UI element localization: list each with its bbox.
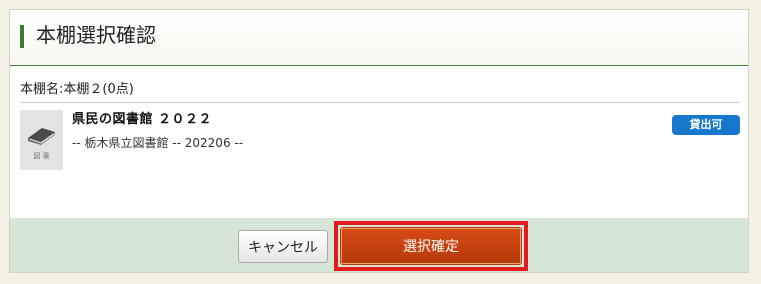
dialog-title: 本棚選択確認 [36, 23, 156, 47]
shelf-name-label: 本棚名:本棚２(0点) [20, 82, 134, 97]
divider [20, 102, 740, 103]
dialog-footer: キャンセル 選択確定 [10, 218, 748, 272]
shelf-confirm-dialog: 本棚選択確認 本棚名:本棚２(0点) 図 書 県民の図書館 ２０２２ -- 栃木… [9, 9, 749, 273]
dialog-header: 本棚選択確認 [10, 10, 748, 66]
book-list-item: 図 書 県民の図書館 ２０２２ -- 栃木県立図書館 -- 202206 -- … [20, 110, 740, 182]
cancel-button[interactable]: キャンセル [238, 230, 328, 263]
book-title: 県民の図書館 ２０２２ [72, 112, 213, 127]
header-accent-bar [20, 25, 24, 48]
confirm-highlight-box: 選択確定 [334, 221, 528, 271]
confirm-selection-button[interactable]: 選択確定 [340, 227, 522, 265]
thumbnail-label: 図 書 [33, 152, 50, 160]
status-badge: 貸出可 [672, 115, 740, 135]
book-icon [28, 128, 55, 145]
book-thumbnail: 図 書 [20, 110, 63, 170]
book-meta: -- 栃木県立図書館 -- 202206 -- [72, 136, 244, 150]
